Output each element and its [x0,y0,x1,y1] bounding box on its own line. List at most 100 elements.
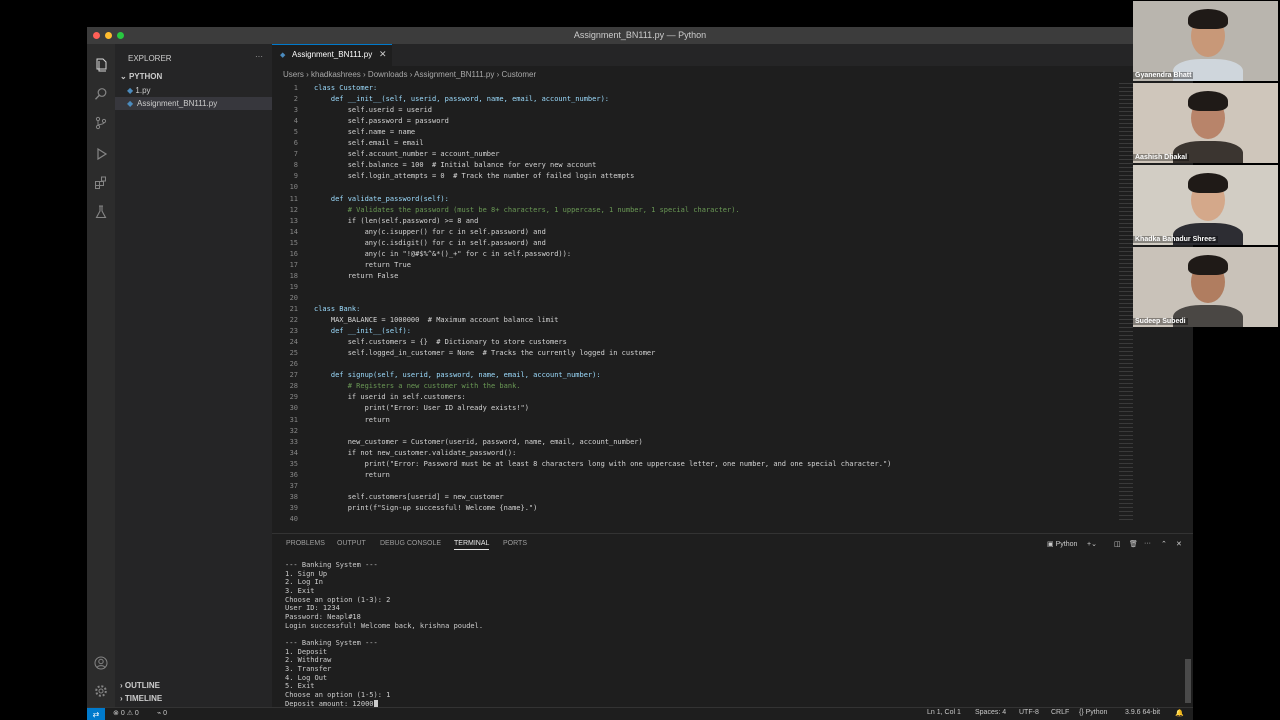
code-line: return [314,415,390,424]
indentation[interactable]: Spaces: 4 [975,709,1006,716]
new-terminal-icon[interactable]: +⌄ [1087,540,1097,548]
line-number: 6 [293,139,298,148]
outline-section[interactable]: › OUTLINE [120,681,160,690]
participant-name: Aashish Dhakal [1133,154,1190,161]
terminal-line: 1. Sign Up [285,569,328,578]
line-number: 18 [289,271,298,280]
tab-terminal[interactable]: TERMINAL [454,540,490,550]
participant-video-tile[interactable]: Khadka Bahadur Shrees [1133,165,1278,245]
code-line: print("Error: User ID already exists!") [314,404,529,413]
tab-debug-console[interactable]: DEBUG CONSOLE [380,540,441,547]
code-line: # Validates the password (must be 8+ cha… [314,205,740,214]
outline-label: OUTLINE [124,681,161,690]
line-number: 15 [289,238,298,247]
bottom-panel: PROBLEMS OUTPUT DEBUG CONSOLE TERMINAL P… [272,533,1193,708]
account-icon[interactable] [94,656,108,670]
terminal-output[interactable]: --- Banking System --- 1. Sign Up 2. Log I… [285,561,483,708]
breadcrumb-item[interactable]: khadkashrees [311,70,361,79]
search-icon[interactable] [94,87,108,101]
code-line: self.balance = 100 # Initial balance for… [314,161,597,170]
code-editor[interactable]: 1 class Customer: 2 def __init__(self, use… [272,83,1193,535]
close-tab-icon[interactable]: ✕ [379,49,387,60]
python-file-icon: ◆ [280,52,286,59]
chevron-right-icon: › [120,681,123,690]
line-number: 28 [289,382,298,391]
terminal-line: --- Banking System --- [285,638,378,647]
line-number: 34 [289,448,298,457]
line-number: 26 [289,360,298,369]
more-icon[interactable]: ··· [1144,540,1151,547]
remote-icon[interactable]: ⇄ [87,708,105,720]
encoding[interactable]: UTF-8 [1019,709,1039,716]
problems-status[interactable]: ⊗ 0 ⚠ 0 [113,709,139,717]
run-debug-icon[interactable] [94,147,108,161]
participant-hair [1188,255,1228,275]
notifications-bell-icon[interactable]: 🔔 [1175,709,1184,717]
ports-count: 0 [163,710,168,717]
tab-ports[interactable]: PORTS [503,540,527,547]
tab-output[interactable]: OUTPUT [337,540,366,547]
code-line: # Registers a new customer with the bank… [314,382,521,391]
terminal-line: 5. Exit [285,682,315,691]
terminal-line: 2. Withdraw [285,656,332,665]
maximize-panel-icon[interactable]: ⌃ [1161,540,1167,548]
line-number: 3 [293,106,298,115]
line-number: 36 [289,470,298,479]
breadcrumb-item[interactable]: Customer [501,70,536,79]
terminal-line: 1. Deposit [285,647,328,656]
eol[interactable]: CRLF [1051,709,1069,716]
line-number: 4 [293,117,298,126]
terminal-shell-selector[interactable]: ▣ Python [1047,540,1077,548]
line-number: 35 [289,459,298,468]
code-line: new_customer = Customer(userid, password… [314,437,643,446]
line-number: 13 [289,216,298,225]
participant-video-tile[interactable]: Sudeep Subedi [1133,247,1278,327]
breadcrumb-item[interactable]: Users [283,70,304,79]
cursor-position[interactable]: Ln 1, Col 1 [927,709,961,716]
explorer-icon[interactable] [94,58,108,72]
more-actions-button[interactable]: ··· [255,52,263,61]
ports-icon: ⌁ [157,710,162,717]
title-bar: Assignment_BN111.py — Python [87,27,1193,44]
breadcrumb-item[interactable]: Downloads [368,70,408,79]
terminal-scrollbar[interactable] [1185,659,1191,703]
line-number: 30 [289,404,298,413]
line-number: 14 [289,227,298,236]
trash-icon[interactable]: 🗑 [1129,540,1138,548]
settings-gear-icon[interactable] [94,684,108,698]
timeline-section[interactable]: › TIMELINE [120,694,162,703]
warning-count: 0 [134,710,139,717]
editor-tab-active[interactable]: ◆ Assignment_BN111.py ✕ [272,44,392,67]
code-line: class Bank: [314,305,361,313]
split-terminal-icon[interactable]: ◫ [1114,540,1121,548]
code-line: def validate_password(self): [314,194,449,203]
source-control-icon[interactable] [94,116,108,130]
extensions-icon[interactable] [94,176,108,190]
interpreter[interactable]: 3.9.6 64-bit [1125,709,1160,716]
code-line: print(f"Sign-up successful! Welcome {nam… [314,503,538,512]
language-mode[interactable]: {} Python [1079,709,1107,716]
terminal-line: 2. Log In [285,578,323,587]
warning-icon: ⚠ [126,710,133,717]
participant-video-tile[interactable]: Aashish Dhakal [1133,83,1278,163]
ports-status[interactable]: ⌁ 0 [157,709,167,717]
terminal-icon: ▣ [1047,541,1054,548]
line-number: 7 [293,150,298,159]
participant-video-tile[interactable]: Gyanendra Bhatt [1133,1,1278,81]
explorer-sidebar: EXPLORER ··· ⌄ PYTHON ◆ 1.py ◆ Assignmen… [115,44,272,707]
minimap[interactable] [1119,83,1133,523]
close-panel-icon[interactable]: ✕ [1176,540,1182,548]
language-label: Python [1085,709,1108,716]
code-line: if (len(self.password) >= 8 and [314,216,479,225]
folder-python[interactable]: ⌄ PYTHON [120,72,162,81]
file-item-active[interactable]: ◆ Assignment_BN111.py [115,97,272,110]
line-number: 31 [289,415,298,424]
code-line: any(c in "!@#$%^&*()_+" for c in self.pa… [314,249,572,258]
editor-tabs: ◆ Assignment_BN111.py ✕ [272,44,1193,67]
line-number: 11 [289,194,298,203]
braces-icon: {} [1079,709,1084,716]
breadcrumb-item[interactable]: Assignment_BN111.py [414,70,494,79]
file-item[interactable]: ◆ 1.py [127,86,151,95]
tab-problems[interactable]: PROBLEMS [286,540,325,547]
testing-icon[interactable] [94,205,108,219]
